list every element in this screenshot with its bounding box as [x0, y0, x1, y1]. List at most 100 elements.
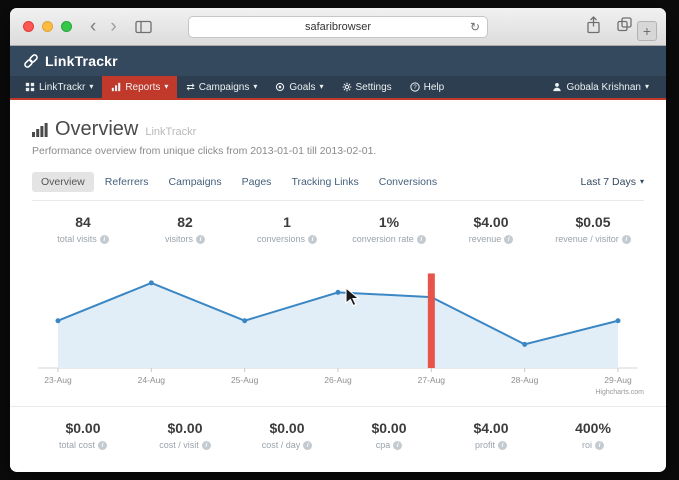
stat-label: revenue / visitor	[555, 234, 619, 244]
stat-label: cost / visit	[159, 440, 199, 450]
address-bar[interactable]: safaribrowser ↻	[188, 16, 488, 38]
page-subtitle: Performance overview from unique clicks …	[32, 145, 644, 157]
settings-gear-icon	[342, 82, 352, 92]
tabs-overview-icon[interactable]	[617, 17, 632, 37]
stat-profit: $4.00 profiti	[440, 420, 542, 450]
stat-value: 84	[32, 214, 134, 230]
toolbar-right-actions	[586, 8, 632, 46]
browser-window: ‹ › safaribrowser ↻ LinkTrackr	[10, 8, 666, 472]
nav-goals[interactable]: Goals ▾	[266, 76, 332, 98]
bar-chart-icon	[111, 82, 121, 92]
back-button[interactable]: ‹	[90, 17, 96, 36]
nav-label: Reports	[125, 82, 160, 93]
stat-cpa: $0.00 cpai	[338, 420, 440, 450]
stat-conversion-rate: 1% conversion ratei	[338, 214, 440, 244]
share-icon[interactable]	[586, 16, 601, 39]
info-icon[interactable]: i	[622, 235, 631, 244]
stat-label: visitors	[165, 234, 193, 244]
tab-pages[interactable]: Pages	[233, 172, 281, 192]
linktrackr-logo-icon	[23, 53, 39, 69]
close-window-button[interactable]	[23, 21, 34, 32]
nav-label: Campaigns	[199, 82, 250, 93]
info-icon[interactable]: i	[196, 235, 205, 244]
traffic-chart[interactable]: 23-Aug24-Aug25-Aug26-Aug27-Aug28-Aug29-A…	[32, 256, 644, 406]
svg-text:27-Aug: 27-Aug	[418, 375, 446, 385]
nav-label: Goals	[289, 82, 315, 93]
stat-total-visits: 84 total visitsi	[32, 214, 134, 244]
info-icon[interactable]: i	[595, 441, 604, 450]
info-icon[interactable]: i	[308, 235, 317, 244]
nav-campaigns[interactable]: ⇄ Campaigns ▾	[177, 76, 266, 98]
nav-settings[interactable]: Settings	[333, 76, 401, 98]
caret-down-icon: ▾	[253, 83, 257, 91]
browser-toolbar: ‹ › safaribrowser ↻	[10, 8, 666, 46]
stat-cost-per-visit: $0.00 cost / visiti	[134, 420, 236, 450]
stat-label: conversion rate	[352, 234, 414, 244]
stat-revenue-per-visitor: $0.05 revenue / visitori	[542, 214, 644, 244]
stat-label: roi	[582, 440, 592, 450]
info-icon[interactable]: i	[498, 441, 507, 450]
info-icon[interactable]: i	[303, 441, 312, 450]
nav-label: Help	[424, 82, 445, 93]
info-icon[interactable]: i	[504, 235, 513, 244]
target-icon	[275, 82, 285, 92]
stat-total-cost: $0.00 total costi	[32, 420, 134, 450]
info-icon[interactable]: i	[393, 441, 402, 450]
zoom-window-button[interactable]	[61, 21, 72, 32]
forward-button[interactable]: ›	[110, 17, 116, 36]
tab-referrers[interactable]: Referrers	[96, 172, 158, 192]
stat-value: 1%	[338, 214, 440, 230]
stat-visitors: 82 visitorsi	[134, 214, 236, 244]
report-tabs: Overview Referrers Campaigns Pages Track…	[32, 172, 644, 201]
stat-value: 400%	[542, 420, 644, 436]
info-icon[interactable]: i	[100, 235, 109, 244]
stats-bottom-row: $0.00 total costi $0.00 cost / visiti $0…	[10, 406, 666, 460]
user-icon	[552, 82, 562, 92]
chart-canvas: 23-Aug24-Aug25-Aug26-Aug27-Aug28-Aug29-A…	[32, 256, 644, 396]
window-controls	[23, 21, 72, 32]
svg-text:26-Aug: 26-Aug	[324, 375, 352, 385]
svg-text:29-Aug: 29-Aug	[604, 375, 632, 385]
app-navbar: LinkTrackr ▾ Reports ▾ ⇄ Campaigns ▾ Goa…	[10, 76, 666, 100]
stat-value: $0.05	[542, 214, 644, 230]
app-logo: LinkTrackr	[45, 53, 118, 69]
nav-reports[interactable]: Reports ▾	[102, 76, 177, 98]
info-icon[interactable]: i	[98, 441, 107, 450]
minimize-window-button[interactable]	[42, 21, 53, 32]
stat-value: $0.00	[338, 420, 440, 436]
help-icon: ?	[410, 82, 420, 92]
stat-value: $0.00	[32, 420, 134, 436]
stat-label: profit	[475, 440, 495, 450]
page-title: Overview	[55, 118, 138, 141]
bar-chart-icon	[32, 122, 48, 137]
stat-cost-per-day: $0.00 cost / dayi	[236, 420, 338, 450]
info-icon[interactable]: i	[417, 235, 426, 244]
stat-roi: 400% roii	[542, 420, 644, 450]
stat-label: total cost	[59, 440, 95, 450]
caret-down-icon: ▾	[164, 83, 168, 91]
svg-text:23-Aug: 23-Aug	[44, 375, 72, 385]
caret-down-icon: ▾	[319, 83, 323, 91]
info-icon[interactable]: i	[202, 441, 211, 450]
user-name: Gobala Krishnan	[566, 82, 641, 93]
tab-overview[interactable]: Overview	[32, 172, 94, 192]
refresh-icon[interactable]: ↻	[470, 20, 480, 34]
date-range-selector[interactable]: Last 7 Days ▾	[581, 176, 644, 188]
nav-help[interactable]: ? Help	[401, 76, 454, 98]
tab-conversions[interactable]: Conversions	[370, 172, 446, 192]
shuffle-icon: ⇄	[186, 82, 194, 93]
svg-text:28-Aug: 28-Aug	[511, 375, 539, 385]
stat-revenue: $4.00 revenuei	[440, 214, 542, 244]
stat-value: $4.00	[440, 420, 542, 436]
stat-label: cost / day	[262, 440, 301, 450]
tab-tracking-links[interactable]: Tracking Links	[282, 172, 367, 192]
caret-down-icon: ▾	[645, 83, 649, 91]
stat-value: $0.00	[134, 420, 236, 436]
dashboard-icon	[25, 82, 35, 92]
tab-campaigns[interactable]: Campaigns	[160, 172, 231, 192]
sidebar-toggle-icon[interactable]	[135, 20, 152, 34]
new-tab-button[interactable]: +	[637, 21, 657, 41]
user-menu[interactable]: Gobala Krishnan ▾	[543, 76, 658, 98]
nav-linktrackr[interactable]: LinkTrackr ▾	[16, 76, 102, 98]
app-header: LinkTrackr	[10, 46, 666, 76]
